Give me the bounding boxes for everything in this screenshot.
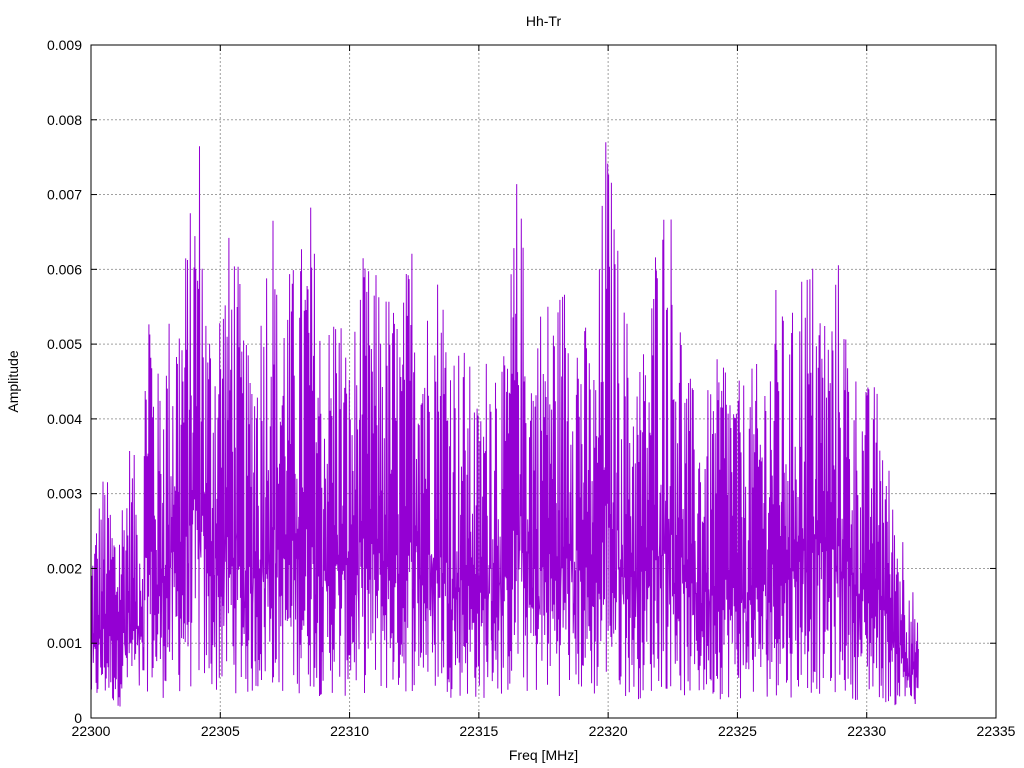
y-tick-label: 0.007 bbox=[47, 187, 82, 203]
y-axis-label: Amplitude bbox=[5, 350, 21, 412]
x-tick-label: 22315 bbox=[459, 723, 498, 739]
chart-title: Hh-Tr bbox=[526, 13, 562, 29]
spectrum-line bbox=[90, 142, 919, 707]
x-tick-label: 22320 bbox=[589, 723, 628, 739]
y-tick-label: 0 bbox=[74, 710, 82, 726]
y-tick-label: 0.008 bbox=[47, 112, 82, 128]
chart-canvas: 22300 22305 22310 22315 22320 22325 22330 22335… bbox=[5, 13, 1016, 763]
x-tick-label: 22305 bbox=[201, 723, 240, 739]
data-series bbox=[90, 142, 919, 707]
y-tick-label: 0.004 bbox=[47, 411, 82, 427]
x-axis-label: Freq [MHz] bbox=[509, 747, 578, 763]
y-tick-label: 0.002 bbox=[47, 560, 82, 576]
x-tick-label: 22310 bbox=[330, 723, 369, 739]
y-tick-label: 0.005 bbox=[47, 336, 82, 352]
y-tick-label: 0.001 bbox=[47, 635, 82, 651]
y-tick-label: 0.009 bbox=[47, 37, 82, 53]
x-tick-label: 22330 bbox=[847, 723, 886, 739]
y-tick-label: 0.003 bbox=[47, 486, 82, 502]
y-tick-label: 0.006 bbox=[47, 261, 82, 277]
x-tick-label: 22325 bbox=[718, 723, 757, 739]
x-tick-label: 22335 bbox=[977, 723, 1016, 739]
